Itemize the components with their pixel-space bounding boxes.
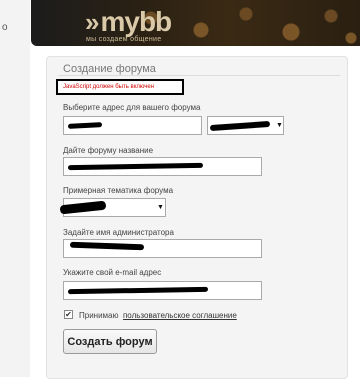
- address-label: Выберите адрес для вашего форума: [63, 103, 201, 112]
- forum-topic-label: Примерная тематика форума: [63, 186, 174, 195]
- redaction-mark: [67, 286, 209, 295]
- address-domain-select[interactable]: ▼: [207, 116, 284, 135]
- redaction-mark: [67, 162, 204, 171]
- title-divider: [58, 75, 340, 76]
- create-forum-button[interactable]: Создать форум: [63, 329, 157, 354]
- forum-name-input[interactable]: [63, 157, 262, 176]
- checkmark-icon: ✔: [65, 310, 72, 319]
- address-subdomain-input[interactable]: [63, 116, 202, 135]
- javascript-warning-box: JavaScript должен быть включен: [56, 79, 184, 95]
- left-edge-mark: o: [2, 22, 8, 33]
- mybb-logo[interactable]: »mybb: [85, 6, 172, 38]
- user-agreement-link[interactable]: пользовательское соглашение: [123, 311, 237, 320]
- redaction-mark: [69, 241, 145, 251]
- form-title: Создание форума: [63, 63, 156, 75]
- forum-name-label: Дайте форуму название: [63, 146, 154, 155]
- logo-text: mybb: [100, 6, 172, 37]
- dropdown-arrow-icon: ▼: [157, 204, 164, 211]
- email-label: Укажите свой e-mail адрес: [63, 268, 162, 277]
- agreement-label: Принимаю: [79, 311, 119, 320]
- email-input[interactable]: [63, 281, 262, 300]
- admin-name-input[interactable]: [63, 239, 262, 258]
- javascript-warning-text: JavaScript должен быть включен: [63, 84, 155, 90]
- logo-chevron-icon: »: [85, 7, 100, 37]
- left-background-column: [0, 0, 30, 377]
- agreement-text: Принимаю пользовательское соглашение: [79, 311, 237, 320]
- redaction-mark: [67, 122, 103, 129]
- logo-tagline: мы создаем общение: [86, 36, 162, 43]
- mybb-header-banner: »mybb мы создаем общение: [31, 0, 360, 46]
- admin-name-label: Задайте имя администратора: [63, 228, 174, 237]
- agreement-checkbox[interactable]: ✔: [64, 310, 73, 319]
- redaction-mark: [209, 120, 271, 132]
- redaction-mark: [59, 200, 107, 215]
- forum-topic-select[interactable]: ▼: [59, 198, 166, 217]
- dropdown-arrow-icon: ▼: [276, 122, 283, 129]
